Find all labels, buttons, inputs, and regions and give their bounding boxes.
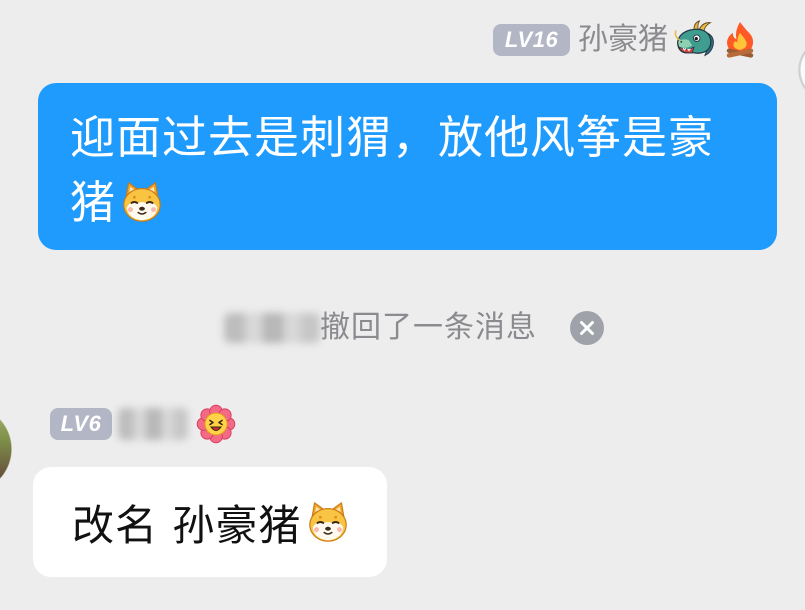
sender-name[interactable]: 孙豪猪	[578, 25, 668, 55]
notice-text: 撤回了一条消息	[320, 310, 537, 345]
own-avatar[interactable]	[797, 38, 805, 102]
message-text: 迎面过去是刺猬，放他风筝是豪猪	[70, 111, 715, 229]
close-icon[interactable]	[570, 311, 604, 345]
sender-avatar[interactable]	[0, 405, 12, 493]
flower-emoji-icon	[196, 404, 236, 444]
dragon-icon	[674, 20, 714, 57]
dog-emoji-icon	[309, 502, 348, 542]
incoming-message-bubble[interactable]: 改名 孙豪猪	[33, 467, 388, 577]
outgoing-message-bubble[interactable]: 迎面过去是刺猬，放他风筝是豪猪	[38, 83, 777, 250]
level-badge: LV16	[493, 24, 570, 56]
chat-message-list: LV16 孙豪猪 迎面过去是刺猬，放他风筝是豪猪 撤回了一条消息 LV6 改名 …	[0, 0, 805, 610]
incoming-sender-meta: LV6	[50, 404, 236, 444]
message-text: 改名 孙豪猪	[72, 500, 302, 550]
redacted-name	[224, 313, 320, 343]
recall-notice: 撤回了一条消息	[224, 308, 604, 348]
dog-emoji-icon	[123, 182, 161, 222]
redacted-sender-name[interactable]	[118, 408, 188, 440]
outgoing-sender-meta: LV16 孙豪猪	[493, 19, 758, 61]
fire-icon	[726, 22, 754, 58]
level-badge: LV6	[50, 408, 112, 440]
